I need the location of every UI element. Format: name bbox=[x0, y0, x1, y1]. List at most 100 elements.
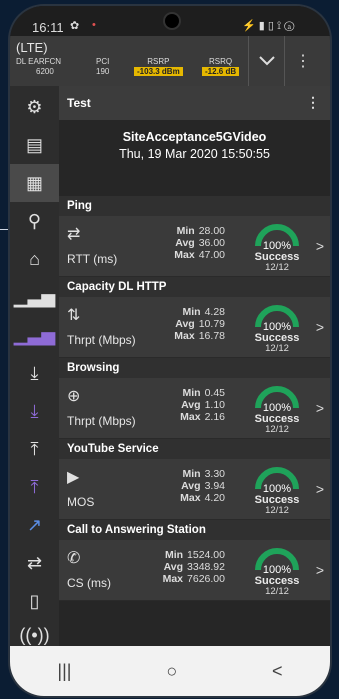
success-fraction: 12/12 bbox=[265, 424, 289, 435]
rsrp-label: RSRP bbox=[147, 57, 170, 66]
pci-value: 190 bbox=[96, 67, 110, 76]
result-row-browsing[interactable]: ⊕ Thrpt (Mbps) Min 0.45 Avg 1.10 Max 2.16 1… bbox=[59, 378, 330, 439]
signal-bars-icon[interactable]: ▁▃▅ bbox=[10, 278, 59, 316]
stats-block: Min 4.28 Avg 10.79 Max 16.78 bbox=[174, 306, 225, 342]
router-icon[interactable]: ⌂ bbox=[10, 240, 59, 278]
result-row-call[interactable]: ✆ CS (ms) Min 1524.00 Avg 3348.92 Max 7626.… bbox=[59, 540, 330, 601]
min-value: 1524.00 bbox=[187, 549, 225, 561]
section-title-browsing: Browsing bbox=[59, 358, 330, 378]
gear-status-icon: ✿ bbox=[70, 20, 80, 32]
max-value: 7626.00 bbox=[187, 573, 225, 585]
min-key: Min bbox=[182, 387, 201, 399]
min-key: Min bbox=[176, 225, 195, 237]
network-tech: (LTE) bbox=[16, 40, 48, 55]
edge-marker bbox=[0, 229, 10, 230]
earfcn-value: 6200 bbox=[36, 67, 54, 76]
sections-list: Ping ⇄ RTT (ms) Min 28.00 Avg 36.00 Max 47.… bbox=[59, 196, 330, 601]
avg-value: 1.10 bbox=[204, 399, 225, 411]
min-key: Min bbox=[182, 306, 201, 318]
gear-icon[interactable]: ⚙ bbox=[10, 88, 59, 126]
upload-purple-icon[interactable]: ⤒ bbox=[10, 468, 59, 506]
avg-key: Avg bbox=[163, 561, 184, 573]
front-camera bbox=[165, 14, 179, 28]
chevron-right-icon[interactable]: > bbox=[316, 238, 324, 254]
trend-icon[interactable]: ↗ bbox=[10, 506, 59, 544]
stats-block: Min 28.00 Avg 36.00 Max 47.00 bbox=[174, 225, 225, 261]
metric-label: MOS bbox=[67, 495, 95, 509]
metric-label: CS (ms) bbox=[67, 576, 111, 590]
more-vert-icon[interactable]: ⋮ bbox=[306, 94, 320, 111]
download-purple-icon[interactable]: ⤓ bbox=[10, 392, 59, 430]
rsrq-col: RSRQ -12.6 dB bbox=[202, 57, 240, 76]
max-key: Max bbox=[162, 573, 184, 585]
avg-value: 10.79 bbox=[198, 318, 225, 330]
max-value: 47.00 bbox=[198, 249, 225, 261]
phone-frame: 16:11 ✿ • ⚡ ▮ ▯ ⟟ ⓐ (LTE) DL EARFCN 6200… bbox=[10, 6, 330, 696]
test-datetime: Thu, 19 Mar 2020 15:50:55 bbox=[119, 147, 270, 161]
chevron-right-icon[interactable]: > bbox=[316, 400, 324, 416]
min-value: 28.00 bbox=[198, 225, 225, 237]
document-icon[interactable]: ▤ bbox=[10, 126, 59, 164]
earfcn-col: DL EARFCN 6200 bbox=[16, 57, 61, 76]
system-status-icons: ⚡ ▮ ▯ ⟟ ⓐ bbox=[242, 20, 295, 32]
success-fraction: 12/12 bbox=[265, 343, 289, 354]
pci-col: PCI 190 bbox=[96, 57, 109, 76]
metric-label: Thrpt (Mbps) bbox=[67, 333, 136, 347]
notification-dot-icon: • bbox=[92, 19, 96, 31]
back-button[interactable]: < bbox=[272, 661, 283, 682]
more-vert-icon: ⋮ bbox=[295, 53, 311, 70]
play-video-icon: ▶ bbox=[67, 469, 80, 486]
success-fraction: 12/12 bbox=[265, 262, 289, 273]
avg-key: Avg bbox=[181, 480, 201, 492]
recents-button[interactable]: ||| bbox=[57, 661, 71, 682]
avg-key: Avg bbox=[175, 318, 195, 330]
max-key: Max bbox=[174, 249, 195, 261]
overflow-menu-button[interactable]: ⋮ bbox=[284, 36, 321, 86]
metric-label: Thrpt (Mbps) bbox=[67, 414, 136, 428]
min-value: 4.28 bbox=[204, 306, 225, 318]
download-icon[interactable]: ⤓ bbox=[10, 354, 59, 392]
min-value: 3.30 bbox=[204, 468, 225, 480]
chevron-right-icon[interactable]: > bbox=[316, 319, 324, 335]
throughput-icon: ⇅ bbox=[67, 307, 81, 324]
avg-value: 3348.92 bbox=[187, 561, 225, 573]
section-title-capacity-dl-http: Capacity DL HTTP bbox=[59, 277, 330, 297]
test-header: Test ⋮ bbox=[59, 86, 330, 120]
expand-button[interactable] bbox=[248, 36, 285, 86]
test-title: Test bbox=[67, 96, 91, 110]
chevron-right-icon[interactable]: > bbox=[316, 562, 324, 578]
upload-icon[interactable]: ⤒ bbox=[10, 430, 59, 468]
rsrp-value: -103.3 dBm bbox=[134, 67, 183, 76]
success-gauge: 100% Success 12/12 bbox=[252, 546, 302, 597]
transfer-icon[interactable]: ⇄ bbox=[10, 544, 59, 582]
phone-call-icon: ✆ bbox=[67, 550, 81, 567]
success-gauge: 100% Success 12/12 bbox=[252, 303, 302, 354]
status-time: 16:11 bbox=[32, 20, 64, 35]
section-title-call-to-answering-station: Call to Answering Station bbox=[59, 520, 330, 540]
stats-block: Min 0.45 Avg 1.10 Max 2.16 bbox=[180, 387, 225, 423]
globe-icon: ⊕ bbox=[67, 388, 81, 405]
metric-label: RTT (ms) bbox=[67, 252, 118, 266]
result-row-ping[interactable]: ⇄ RTT (ms) Min 28.00 Avg 36.00 Max 47.00 10… bbox=[59, 216, 330, 277]
min-value: 0.45 bbox=[204, 387, 225, 399]
swap-arrows-icon: ⇄ bbox=[67, 226, 81, 243]
avg-key: Avg bbox=[181, 399, 201, 411]
min-key: Min bbox=[164, 549, 184, 561]
max-value: 4.20 bbox=[204, 492, 225, 504]
rsrq-label: RSRQ bbox=[209, 57, 233, 66]
android-nav-bar: ||| ○ < bbox=[10, 646, 330, 696]
success-fraction: 12/12 bbox=[265, 586, 289, 597]
rsrp-col: RSRP -103.3 dBm bbox=[134, 57, 183, 76]
clipboard-icon[interactable]: ▦ bbox=[10, 164, 59, 202]
home-button[interactable]: ○ bbox=[166, 661, 177, 682]
result-row-youtube[interactable]: ▶ MOS Min 3.30 Avg 3.94 Max 4.20 100% Succe… bbox=[59, 459, 330, 520]
stats-block: Min 3.30 Avg 3.94 Max 4.20 bbox=[180, 468, 225, 504]
chevron-right-icon[interactable]: > bbox=[316, 481, 324, 497]
location-pin-icon[interactable]: ⚲ bbox=[10, 202, 59, 240]
signal-bars-purple-icon[interactable]: ▁▃▅ bbox=[10, 316, 59, 354]
avg-value: 36.00 bbox=[198, 237, 225, 249]
phone-device-icon[interactable]: ▯ bbox=[10, 582, 59, 620]
min-key: Min bbox=[182, 468, 201, 480]
result-row-capacity[interactable]: ⇅ Thrpt (Mbps) Min 4.28 Avg 10.79 Max 16.78… bbox=[59, 297, 330, 358]
